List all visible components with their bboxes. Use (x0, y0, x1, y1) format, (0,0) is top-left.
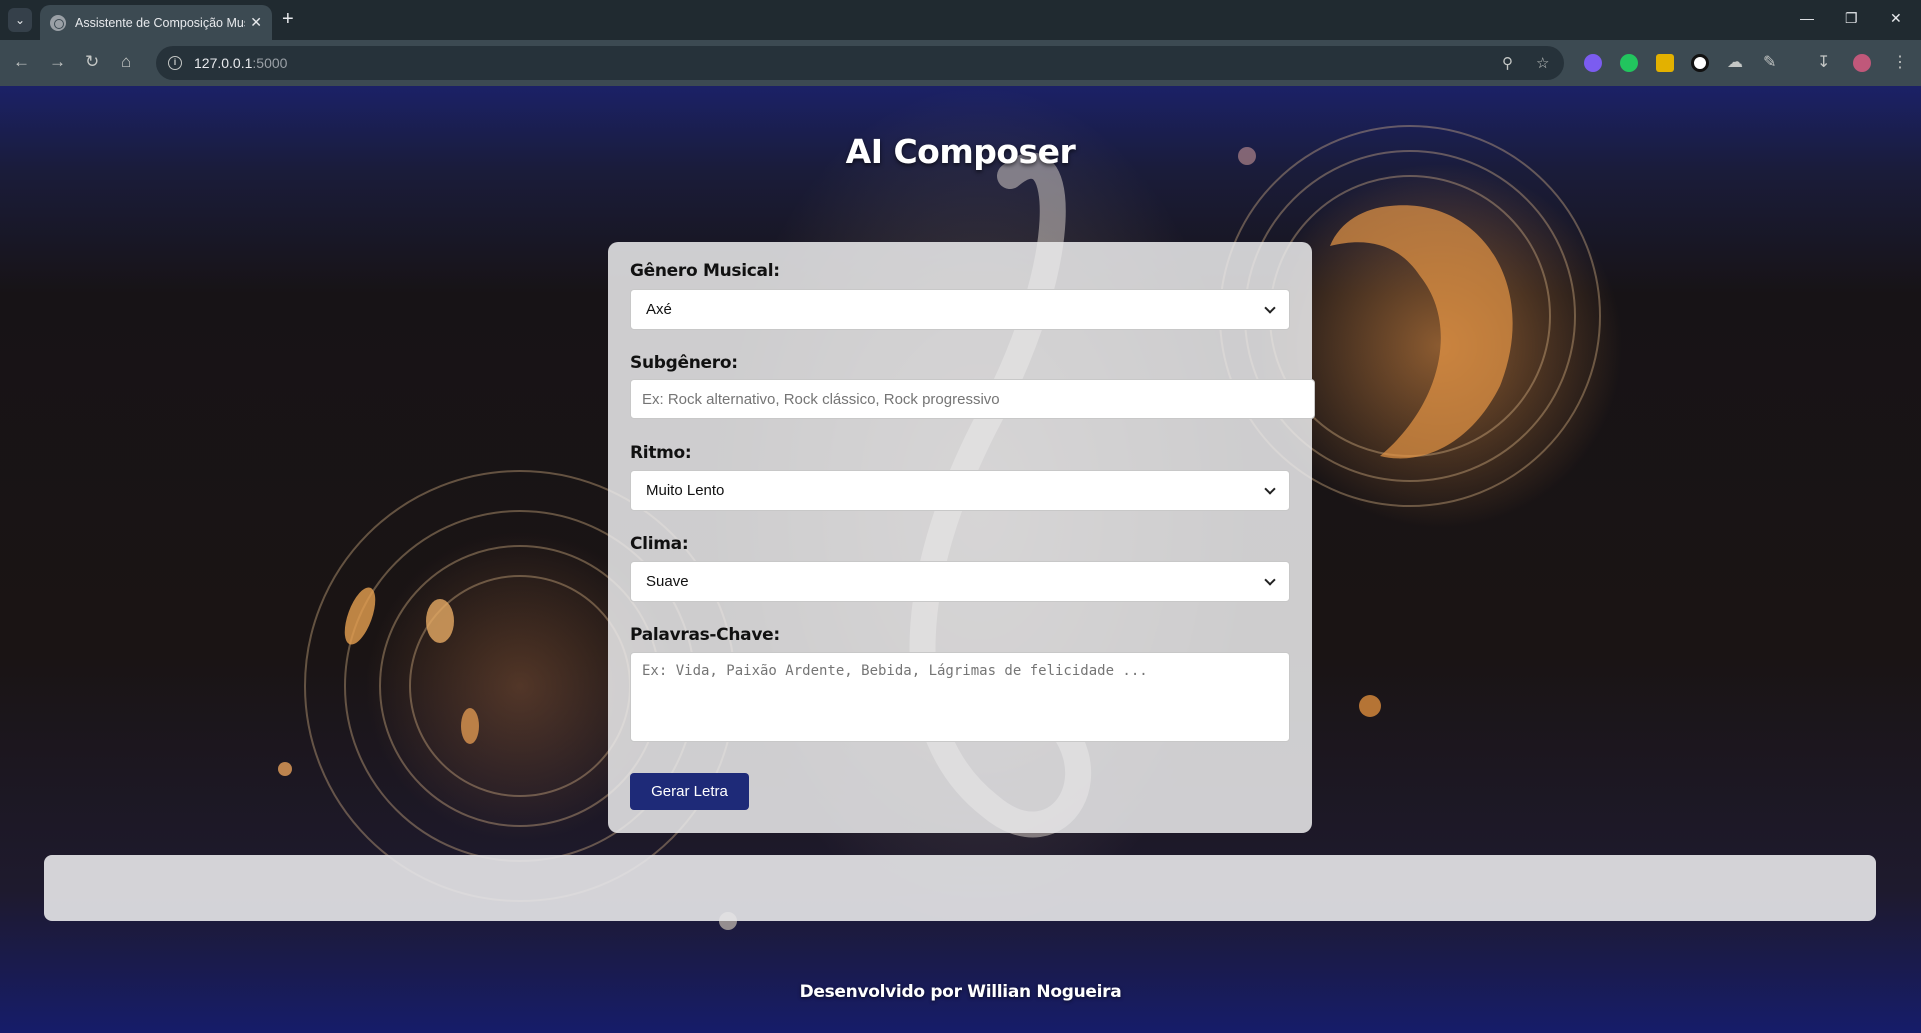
subgenre-label: Subgênero: (630, 353, 738, 373)
extension-circle-icon[interactable] (1691, 54, 1709, 72)
browser-toolbar: ← → ↻ ⌂ i 127.0.0.1:5000 ⚲ ☆ ☁ ✎ ↧ ⋮ (0, 40, 1921, 86)
composer-form: Gênero Musical: Axé Subgênero: Ritmo: Mu… (608, 242, 1315, 833)
genre-selected-value: Axé (646, 301, 672, 318)
globe-icon (50, 14, 66, 31)
mood-label: Clima: (630, 534, 689, 554)
page-viewport: AI Composer Gênero Musical: Axé Subgêner… (0, 86, 1921, 1033)
chevron-down-icon (1264, 482, 1276, 495)
menu-kebab-icon[interactable]: ⋮ (1892, 52, 1908, 72)
browser-tab-bar: ⌄ Assistente de Composição Musical ✕ + —… (0, 0, 1921, 40)
keywords-label: Palavras-Chave: (630, 625, 780, 645)
zoom-icon[interactable]: ⚲ (1502, 54, 1513, 72)
profile-avatar[interactable] (1853, 54, 1871, 72)
mood-select[interactable]: Suave (630, 561, 1290, 602)
page-title: AI Composer (845, 132, 1076, 171)
chevron-down-icon (1264, 573, 1276, 586)
restore-icon[interactable]: ❐ (1845, 10, 1858, 27)
reload-icon[interactable]: ↻ (85, 52, 99, 72)
site-info-icon[interactable]: i (168, 56, 182, 70)
genre-select[interactable]: Axé (630, 289, 1290, 330)
generate-lyrics-button[interactable]: Gerar Letra (630, 773, 749, 810)
bookmark-star-icon[interactable]: ☆ (1536, 54, 1549, 72)
tab-close-icon[interactable]: ✕ (250, 14, 262, 31)
extension-green-icon[interactable] (1620, 54, 1638, 72)
tab-title: Assistente de Composição Musical (75, 15, 245, 30)
rhythm-label: Ritmo: (630, 443, 692, 463)
home-icon[interactable]: ⌂ (121, 52, 131, 72)
keywords-textarea[interactable] (630, 652, 1290, 742)
extension-cloud-icon[interactable]: ☁ (1727, 52, 1743, 72)
footer-credit: Desenvolvido por Willian Nogueira (799, 982, 1122, 1002)
genre-label: Gênero Musical: (630, 261, 780, 281)
rhythm-selected-value: Muito Lento (646, 482, 725, 499)
download-icon[interactable]: ↧ (1817, 52, 1830, 72)
tab-list-chevron-icon[interactable]: ⌄ (8, 8, 32, 32)
rhythm-select[interactable]: Muito Lento (630, 470, 1290, 511)
new-tab-plus-icon[interactable]: + (282, 9, 294, 29)
minimize-icon[interactable]: — (1800, 10, 1814, 26)
lyrics-output-box (44, 855, 1876, 921)
extension-yellow-icon[interactable] (1656, 54, 1674, 72)
url-port: :5000 (252, 55, 288, 71)
url-text[interactable]: 127.0.0.1:5000 (194, 55, 287, 71)
address-bar[interactable]: i 127.0.0.1:5000 ⚲ ☆ (156, 46, 1564, 80)
back-arrow-icon[interactable]: ← (13, 52, 30, 72)
extensions-puzzle-icon[interactable]: ✎ (1763, 52, 1776, 72)
subgenre-input[interactable] (630, 379, 1315, 419)
forward-arrow-icon[interactable]: → (49, 52, 66, 72)
extension-purple-icon[interactable] (1584, 54, 1602, 72)
window-close-icon[interactable]: ✕ (1890, 10, 1902, 27)
mood-selected-value: Suave (646, 573, 689, 590)
chevron-down-icon (1264, 301, 1276, 314)
browser-tab[interactable]: Assistente de Composição Musical ✕ (40, 5, 272, 40)
url-host: 127.0.0.1 (194, 55, 253, 71)
